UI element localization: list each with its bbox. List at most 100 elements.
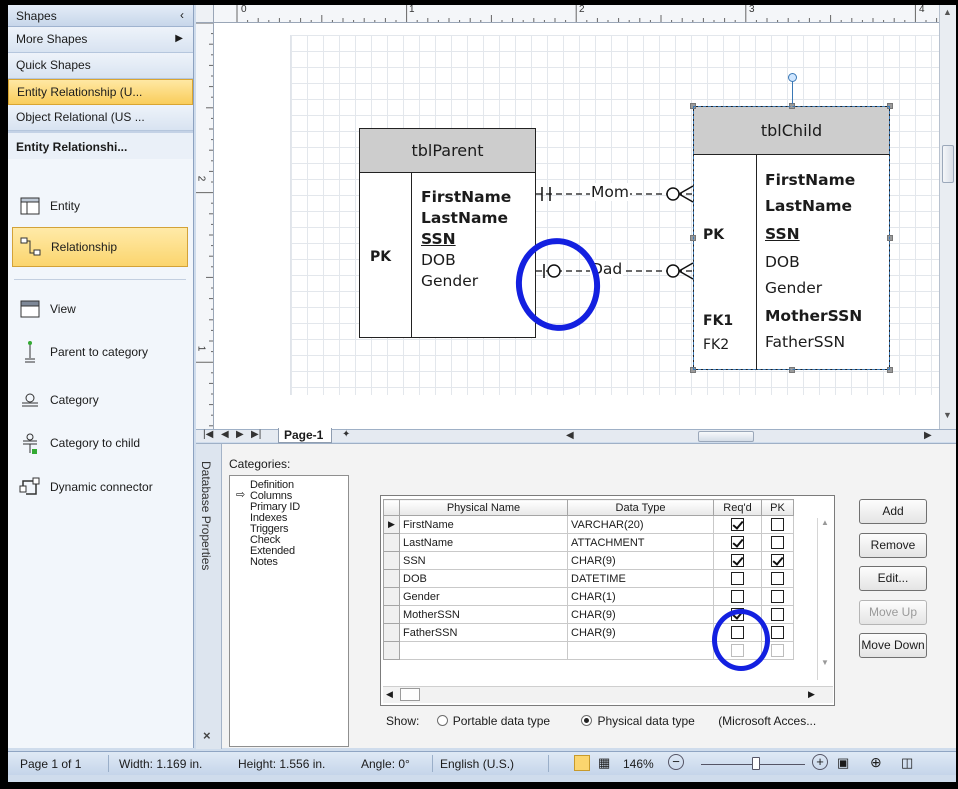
zoom-out-icon[interactable]: − xyxy=(668,754,684,770)
scroll-thumb[interactable] xyxy=(942,145,954,183)
status-width[interactable]: Width: 1.169 in. xyxy=(119,757,202,771)
scroll-thumb[interactable] xyxy=(698,431,754,442)
column-header[interactable]: Physical Name xyxy=(399,499,568,516)
pk-checkbox[interactable] xyxy=(771,608,784,621)
category-item[interactable]: Indexes xyxy=(230,513,348,524)
add-button[interactable]: Add xyxy=(859,499,927,524)
row-selector[interactable] xyxy=(383,551,400,570)
scroll-thumb[interactable] xyxy=(400,688,420,701)
first-page-icon[interactable]: |◀ xyxy=(203,429,213,440)
switch-windows-icon[interactable]: ◫ xyxy=(901,755,913,771)
grid-vertical-scrollbar[interactable]: ▲ ▼ xyxy=(817,518,832,680)
zoom-in-icon[interactable]: + xyxy=(812,754,828,770)
cell-data-type[interactable] xyxy=(567,641,714,660)
scroll-right-icon[interactable]: ▶ xyxy=(808,689,815,700)
pk-checkbox[interactable] xyxy=(771,590,784,603)
pk-checkbox[interactable] xyxy=(771,554,784,567)
cell-physical-name[interactable]: SSN xyxy=(399,551,568,570)
grid-horizontal-scrollbar[interactable]: ◀ ▶ xyxy=(383,686,833,703)
cell-data-type[interactable]: CHAR(9) xyxy=(567,623,714,642)
status-language[interactable]: English (U.S.) xyxy=(440,757,514,771)
horizontal-scrollbar[interactable]: ◀ ▶ xyxy=(566,430,936,442)
table-row[interactable]: ▶ FirstName VARCHAR(20) xyxy=(383,515,794,534)
shape-parent-to-category[interactable]: Parent to category xyxy=(12,332,188,372)
normal-view-icon[interactable] xyxy=(574,755,590,771)
full-screen-icon[interactable]: ▦ xyxy=(598,755,610,771)
column-header[interactable]: PK xyxy=(761,499,794,516)
row-selector[interactable] xyxy=(383,623,400,642)
category-item[interactable]: Extended xyxy=(230,546,348,557)
scroll-left-icon[interactable]: ◀ xyxy=(386,689,393,700)
cell-physical-name[interactable]: FatherSSN xyxy=(399,623,568,642)
cell-physical-name[interactable]: Gender xyxy=(399,587,568,606)
collapse-pane-icon[interactable]: ‹ xyxy=(180,8,184,22)
status-height[interactable]: Height: 1.556 in. xyxy=(238,757,325,771)
remove-button[interactable]: Remove xyxy=(859,533,927,558)
stencil-entity-relationship[interactable]: Entity Relationship (U... xyxy=(8,79,193,105)
table-row[interactable]: LastName ATTACHMENT xyxy=(383,533,794,552)
cell-data-type[interactable]: CHAR(9) xyxy=(567,551,714,570)
cell-physical-name[interactable]: FirstName xyxy=(399,515,568,534)
pk-checkbox[interactable] xyxy=(771,626,784,639)
pan-zoom-icon[interactable]: ⊕ xyxy=(870,754,882,771)
scroll-up-icon[interactable]: ▲ xyxy=(821,518,829,527)
reqd-checkbox[interactable] xyxy=(731,554,744,567)
reqd-checkbox[interactable] xyxy=(731,536,744,549)
column-header[interactable]: Req'd xyxy=(713,499,762,516)
column-header[interactable]: Data Type xyxy=(567,499,714,516)
category-item[interactable]: Primary ID xyxy=(230,502,348,513)
category-item[interactable]: Triggers xyxy=(230,524,348,535)
pk-checkbox[interactable] xyxy=(771,572,784,585)
cell-physical-name[interactable]: MotherSSN xyxy=(399,605,568,624)
quick-shapes-stencil[interactable]: Quick Shapes xyxy=(8,53,193,79)
row-selector[interactable] xyxy=(383,587,400,606)
radio-button[interactable] xyxy=(436,715,448,726)
categories-list[interactable]: Definition ⇨ Columns Primary ID Indexes T… xyxy=(229,475,349,747)
shape-category[interactable]: Category xyxy=(12,380,188,420)
next-page-icon[interactable]: ▶ xyxy=(236,429,244,440)
shape-entity[interactable]: Entity xyxy=(12,186,188,226)
shape-dynamic-connector[interactable]: Dynamic connector xyxy=(12,467,188,507)
reqd-checkbox[interactable] xyxy=(731,590,744,603)
row-selector[interactable] xyxy=(383,641,400,660)
row-selector[interactable] xyxy=(383,533,400,552)
drawing-canvas[interactable]: tblParent PK FirstName LastName SSN DOB … xyxy=(214,23,939,429)
physical-data-type-option[interactable]: Physical data type xyxy=(581,714,695,728)
fit-page-icon[interactable]: ▣ xyxy=(837,755,849,771)
cell-data-type[interactable]: DATETIME xyxy=(567,569,714,588)
move-up-button[interactable]: Move Up xyxy=(859,600,927,625)
reqd-checkbox[interactable] xyxy=(731,572,744,585)
table-row[interactable]: SSN CHAR(9) xyxy=(383,551,794,570)
row-selector[interactable] xyxy=(383,605,400,624)
cell-data-type[interactable]: ATTACHMENT xyxy=(567,533,714,552)
cell-physical-name[interactable]: DOB xyxy=(399,569,568,588)
radio-button[interactable] xyxy=(581,715,593,726)
shape-view[interactable]: View xyxy=(12,289,188,329)
scroll-down-icon[interactable]: ▼ xyxy=(943,410,952,420)
category-item[interactable]: Notes xyxy=(230,557,348,568)
cell-physical-name[interactable] xyxy=(399,641,568,660)
more-shapes-menu[interactable]: More Shapes ▶ xyxy=(8,27,193,53)
table-row[interactable]: Gender CHAR(1) xyxy=(383,587,794,606)
pk-checkbox[interactable] xyxy=(771,644,784,657)
columns-grid[interactable]: Physical Name Data Type Req'd PK ▶ FirstN… xyxy=(380,495,835,706)
prev-page-icon[interactable]: ◀ xyxy=(221,429,229,440)
vertical-scrollbar[interactable]: ▲ ▼ xyxy=(939,5,956,429)
cell-data-type[interactable]: CHAR(1) xyxy=(567,587,714,606)
scroll-up-icon[interactable]: ▲ xyxy=(943,7,952,17)
row-selector[interactable] xyxy=(383,569,400,588)
insert-page-icon[interactable]: ✦ xyxy=(342,429,350,440)
edit-button[interactable]: Edit... xyxy=(859,566,927,591)
relationship-label-mom[interactable]: Mom xyxy=(590,183,630,201)
cell-data-type[interactable]: VARCHAR(20) xyxy=(567,515,714,534)
close-icon[interactable]: × xyxy=(203,728,211,743)
pk-checkbox[interactable] xyxy=(771,536,784,549)
reqd-checkbox[interactable] xyxy=(731,518,744,531)
status-angle[interactable]: Angle: 0° xyxy=(361,757,410,771)
zoom-level[interactable]: 146% xyxy=(623,757,654,771)
scroll-right-icon[interactable]: ▶ xyxy=(924,430,932,441)
shape-relationship[interactable]: Relationship xyxy=(12,227,188,267)
shape-category-to-child[interactable]: Category to child xyxy=(12,423,188,463)
scroll-down-icon[interactable]: ▼ xyxy=(821,658,829,667)
status-page[interactable]: Page 1 of 1 xyxy=(20,757,81,771)
